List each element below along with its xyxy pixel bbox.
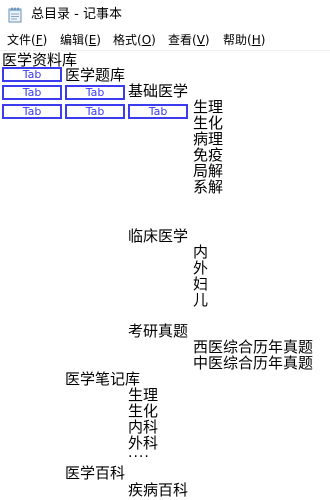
tree-leaf: 生理 xyxy=(128,386,159,404)
tab-marker: Tab xyxy=(128,104,188,119)
menu-file[interactable]: 文件(F) xyxy=(7,32,47,48)
tab-marker: Tab xyxy=(2,67,62,82)
tree-node-jichu: 基础医学 xyxy=(128,82,189,100)
tree-node-tiku: 医学题库 xyxy=(65,66,126,84)
window-title: 总目录 - 记事本 xyxy=(31,7,122,22)
text-editor[interactable]: 医学资料库 Tab 医学题库 Tab Tab 基础医学 Tab Tab Tab … xyxy=(0,51,330,500)
notepad-icon xyxy=(8,7,22,23)
menu-edit[interactable]: 编辑(E) xyxy=(60,32,101,48)
menu-help[interactable]: 帮助(H) xyxy=(223,32,265,48)
tree-leaf: 外 xyxy=(193,259,209,277)
tree-leaf: 中医综合历年真题 xyxy=(193,354,314,372)
tree-leaf: 内 xyxy=(193,243,209,261)
tree-leaf: 生化 xyxy=(128,402,159,420)
menu-view[interactable]: 查看(V) xyxy=(168,32,210,48)
title-bar: 总目录 - 记事本 xyxy=(0,0,330,30)
tree-leaf: 生化 xyxy=(193,114,224,132)
tree-leaf: 西医综合历年真题 xyxy=(193,338,314,356)
tree-node-kaoyan: 考研真题 xyxy=(128,322,189,340)
tab-marker: Tab xyxy=(2,85,62,100)
tree-node-linchuang: 临床医学 xyxy=(128,227,189,245)
tree-node-biji: 医学笔记库 xyxy=(65,370,141,388)
tree-leaf: 内科 xyxy=(128,418,159,436)
tree-leaf: 生理 xyxy=(193,98,224,116)
tab-marker: Tab xyxy=(65,104,125,119)
tree-leaf: 疾病百科 xyxy=(128,481,189,499)
tree-leaf: 儿 xyxy=(193,291,209,309)
tree-leaf: 病理 xyxy=(193,130,224,148)
menu-format[interactable]: 格式(O) xyxy=(113,32,156,48)
tree-leaf: 免疫 xyxy=(193,146,224,164)
tab-marker: Tab xyxy=(65,85,125,100)
tab-marker: Tab xyxy=(2,104,62,119)
tree-node-baike: 医学百科 xyxy=(65,464,126,482)
tree-leaf: 妇 xyxy=(193,275,209,293)
tree-leaf: 局解 xyxy=(193,162,224,180)
menu-bar: 文件(F) 编辑(E) 格式(O) 查看(V) 帮助(H) xyxy=(0,30,330,50)
tree-leaf: 系解 xyxy=(193,178,224,196)
notepad-window: 总目录 - 记事本 文件(F) 编辑(E) 格式(O) 查看(V) 帮助(H) … xyxy=(0,0,330,500)
tree-leaf-ellipsis: ···· xyxy=(128,449,150,465)
